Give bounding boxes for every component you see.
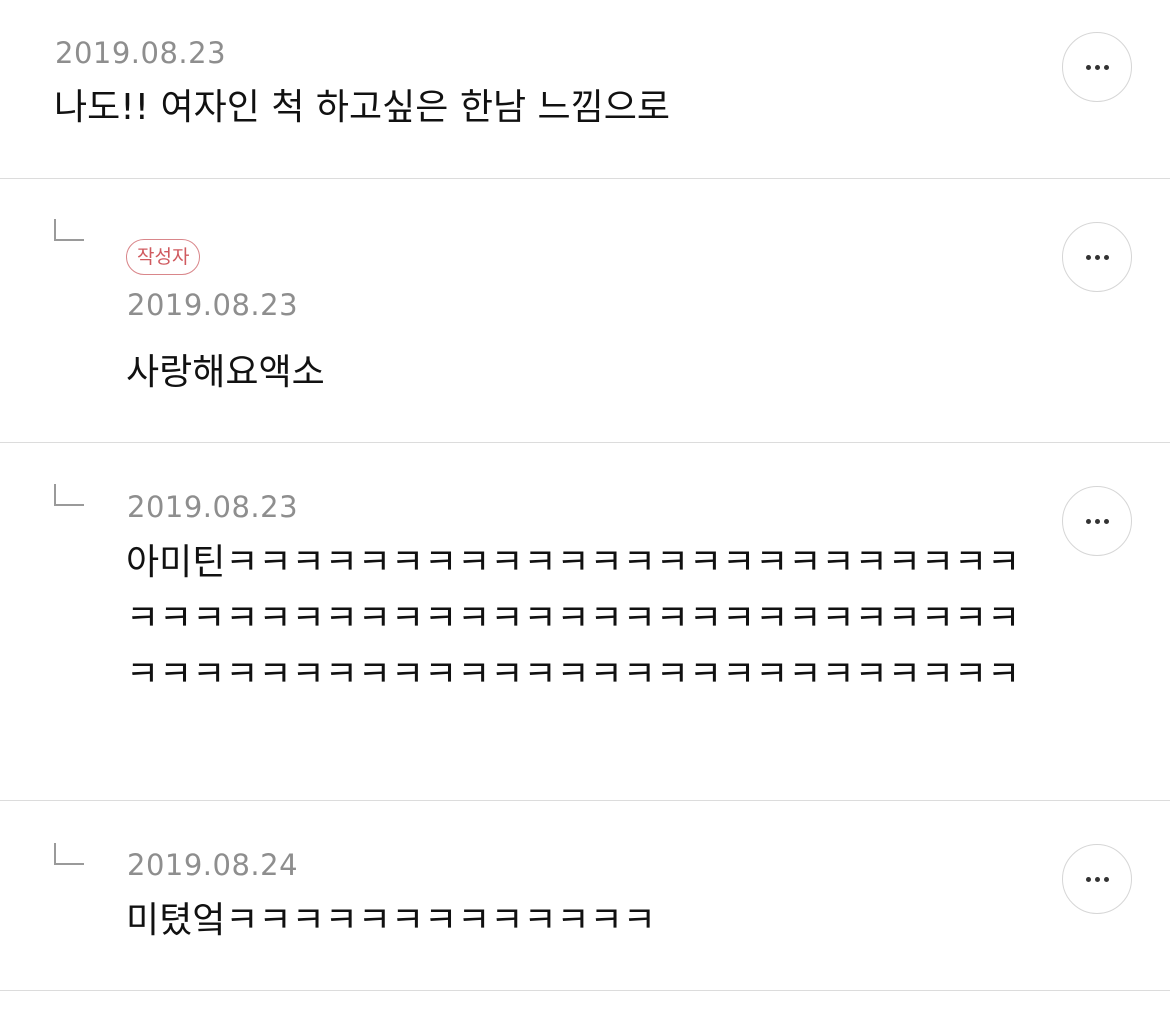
more-options-icon xyxy=(1085,876,1109,882)
reply-arrow-icon xyxy=(54,219,84,241)
comment-date: 2019.08.23 xyxy=(127,288,299,322)
reply-item: 2019.08.24 미텼엌ㅋㅋㅋㅋㅋㅋㅋㅋㅋㅋㅋㅋㅋ xyxy=(0,801,1170,991)
comment-date: 2019.08.23 xyxy=(127,490,299,524)
comment-item: 2019.08.23 나도!! 여자인 척 하고싶은 한남 느낌으로 xyxy=(0,0,1170,179)
more-options-button[interactable] xyxy=(1062,222,1132,292)
reply-item: 작성자 2019.08.23 사랑해요액소 xyxy=(0,179,1170,443)
comment-text: 아미틴ㅋㅋㅋㅋㅋㅋㅋㅋㅋㅋㅋㅋㅋㅋㅋㅋㅋㅋㅋㅋㅋㅋㅋㅋㅋㅋㅋㅋㅋㅋㅋㅋㅋㅋㅋㅋㅋ… xyxy=(126,542,1021,695)
author-badge: 작성자 xyxy=(126,239,201,275)
comment-text: 사랑해요액소 xyxy=(126,352,325,393)
reply-arrow-icon xyxy=(54,843,84,865)
comment-text: 미텼엌ㅋㅋㅋㅋㅋㅋㅋㅋㅋㅋㅋㅋㅋ xyxy=(126,900,656,941)
more-options-icon xyxy=(1085,254,1109,260)
reply-arrow-icon xyxy=(54,484,84,506)
more-options-icon xyxy=(1085,518,1109,524)
more-options-button[interactable] xyxy=(1062,486,1132,556)
more-options-icon xyxy=(1085,64,1109,70)
comment-date: 2019.08.23 xyxy=(55,36,227,70)
comment-date: 2019.08.24 xyxy=(127,848,299,882)
comment-text: 나도!! 여자인 척 하고싶은 한남 느낌으로 xyxy=(54,87,671,128)
more-options-button[interactable] xyxy=(1062,32,1132,102)
reply-item: 2019.08.23 아미틴ㅋㅋㅋㅋㅋㅋㅋㅋㅋㅋㅋㅋㅋㅋㅋㅋㅋㅋㅋㅋㅋㅋㅋㅋㅋㅋ… xyxy=(0,443,1170,801)
more-options-button[interactable] xyxy=(1062,844,1132,914)
